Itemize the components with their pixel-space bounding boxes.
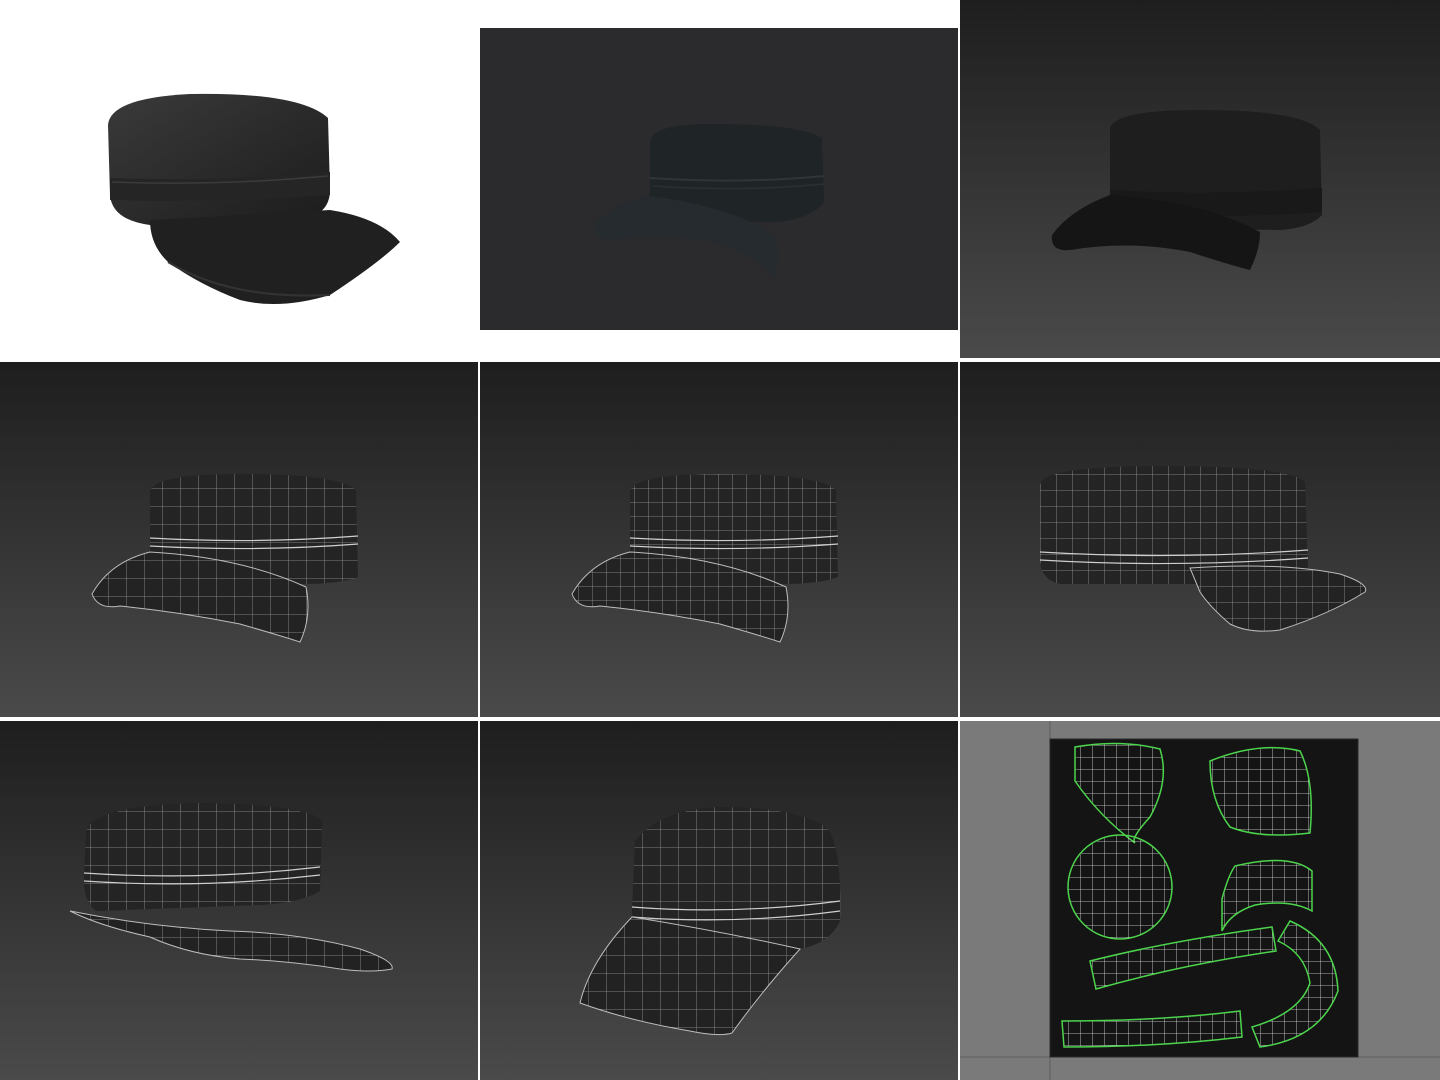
wireframe-image xyxy=(571,474,839,643)
wireframe-image xyxy=(69,803,393,972)
cap-render-image xyxy=(1051,110,1322,270)
wireframe-three-quarter xyxy=(0,721,478,1080)
wireframe-image xyxy=(91,474,359,643)
uv-layout xyxy=(960,721,1440,1080)
uv-map-image xyxy=(960,721,1440,1080)
wireframe-front-right xyxy=(960,362,1440,717)
render-white-background xyxy=(0,0,478,358)
wireframe-top-front xyxy=(480,721,958,1080)
cap-render-image xyxy=(108,93,400,304)
wireframe-front-left-2 xyxy=(480,362,958,717)
wireframe-image xyxy=(579,807,841,1036)
render-dark-studio xyxy=(480,28,958,330)
cap-render-image xyxy=(594,124,825,278)
wireframe-image xyxy=(1039,466,1367,632)
render-viewport-shaded xyxy=(960,0,1440,358)
wireframe-front-left xyxy=(0,362,478,717)
